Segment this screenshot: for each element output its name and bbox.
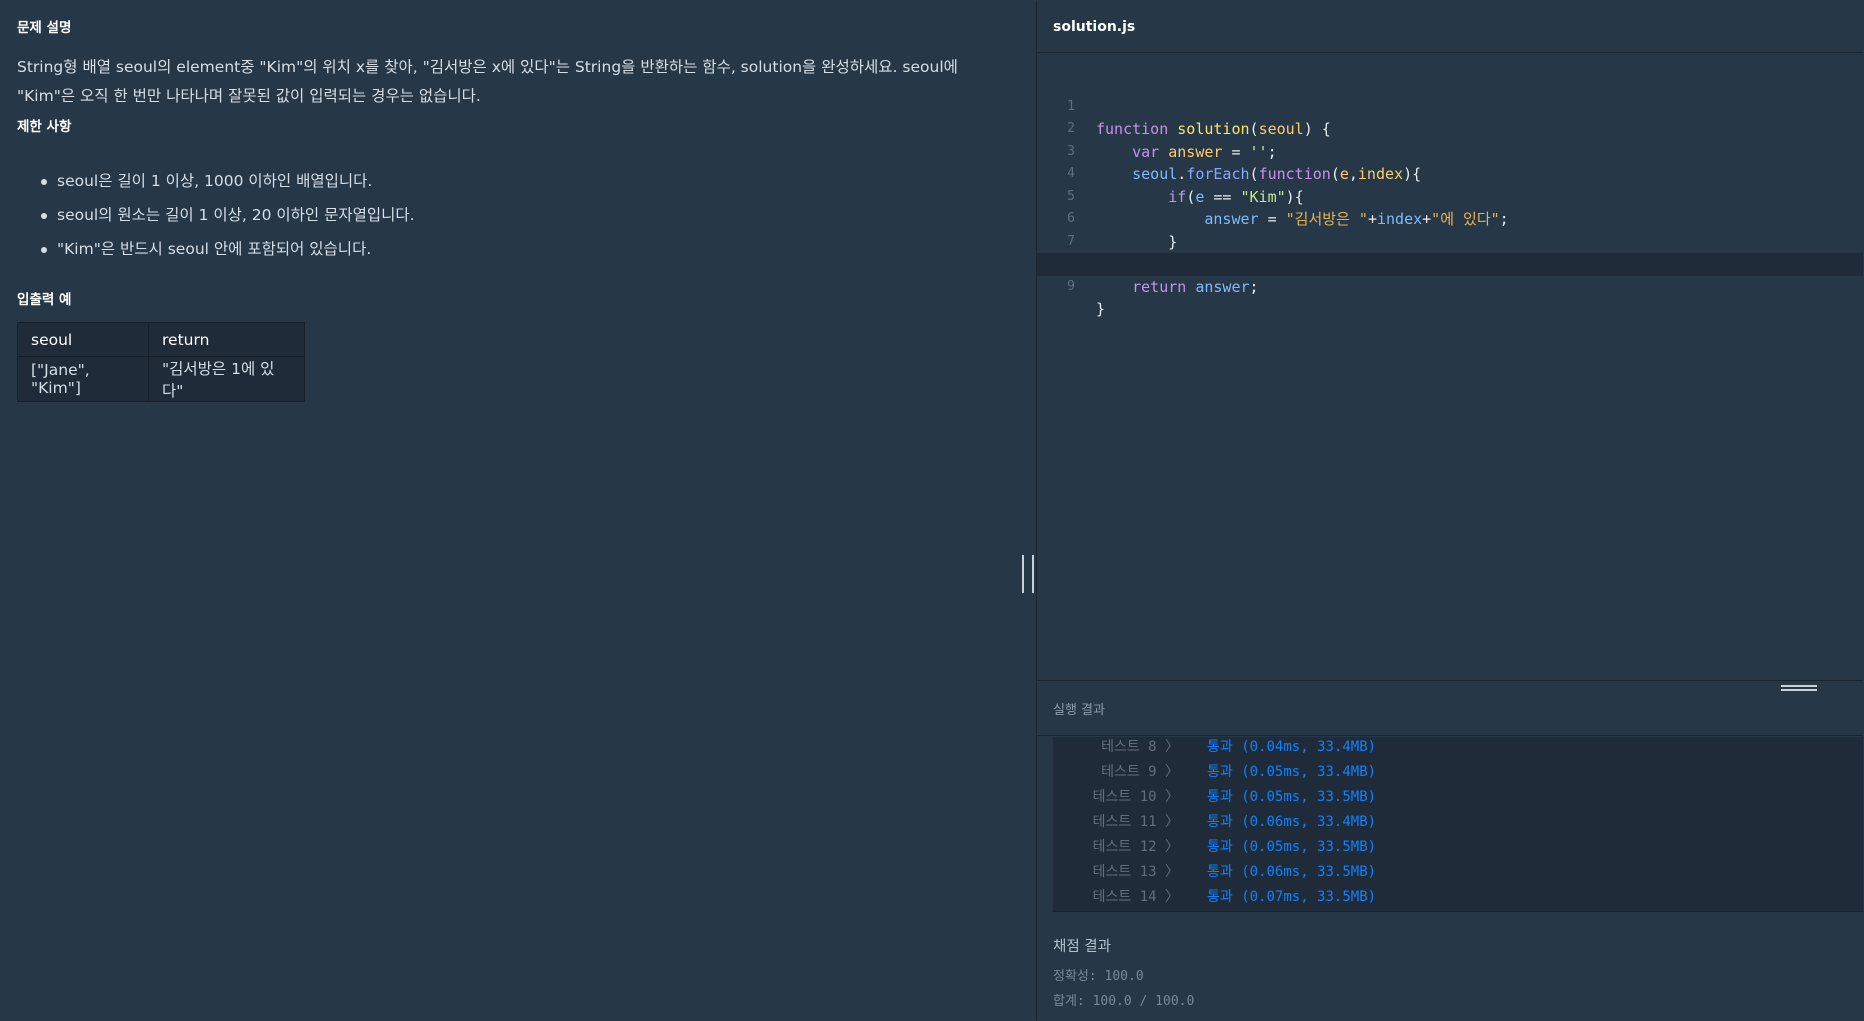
code-line: 7 })	[1037, 208, 1863, 274]
table-cell: ["Jane", "Kim"]	[17, 356, 149, 402]
test-result: 통과 (0.06ms, 33.5MB)	[1207, 864, 1377, 880]
test-label: 테스트 13 〉	[1092, 864, 1179, 880]
editor-panel: solution.js 1 function solution(seoul) {…	[1037, 1, 1863, 1020]
editor-tab-bar: solution.js	[1037, 1, 1863, 53]
grading-total: 합계: 100.0 / 100.0	[1053, 994, 1195, 1009]
code-line: 1 function solution(seoul) {	[1037, 73, 1863, 139]
results-title: 실행 결과	[1053, 703, 1105, 718]
test-label: 테스트 8 〉	[1101, 739, 1179, 755]
column-header-seoul: seoul	[17, 322, 149, 357]
constraints-list: seoul은 길이 1 이상, 1000 이하인 배열입니다. seoul의 원…	[41, 169, 415, 271]
test-label: 테스트 11 〉	[1092, 814, 1179, 830]
test-result-row: 테스트 8 〉 통과 (0.04ms, 33.4MB)	[1053, 737, 1863, 762]
code-line: 5 answer = "김서방은 "+index+"에 있다";	[1037, 163, 1863, 229]
test-label: 테스트 14 〉	[1092, 889, 1179, 905]
results-resize-handle[interactable]	[1781, 685, 1817, 695]
io-example-title: 입출력 예	[17, 292, 72, 308]
test-result-row: 테스트 13 〉 통과 (0.06ms, 33.5MB)	[1053, 862, 1863, 887]
grading-accuracy: 정확성: 100.0	[1053, 969, 1144, 984]
test-result: 통과 (0.06ms, 33.4MB)	[1207, 814, 1377, 830]
problem-panel: 문제 설명 String형 배열 seoul의 element중 "Kim"의 …	[1, 1, 1036, 1020]
code-line-active: 9 }	[1037, 253, 1863, 318]
test-result: 통과 (0.04ms, 33.4MB)	[1207, 739, 1377, 755]
test-result-row: 테스트 14 〉 통과 (0.07ms, 33.5MB)	[1053, 887, 1863, 912]
code-editor[interactable]: 1 function solution(seoul) { 2 var answe…	[1037, 73, 1863, 318]
table-row: ["Jane", "Kim"] "김서방은 1에 있다"	[17, 356, 305, 402]
grading-title: 채점 결과	[1053, 939, 1111, 955]
problem-description: String형 배열 seoul의 element중 "Kim"의 위치 x를 …	[17, 58, 958, 105]
results-header: 실행 결과	[1037, 680, 1863, 736]
constraints-title: 제한 사항	[17, 119, 72, 135]
test-result: 통과 (0.05ms, 33.5MB)	[1207, 789, 1377, 805]
test-result-row: 테스트 11 〉 통과 (0.06ms, 33.4MB)	[1053, 812, 1863, 837]
test-result-row: 테스트 12 〉 통과 (0.05ms, 33.5MB)	[1053, 837, 1863, 862]
constraint-item: "Kim"은 반드시 seoul 안에 포함되어 있습니다.	[41, 237, 415, 271]
code-line: 2 var answer = '';	[1037, 96, 1863, 161]
problem-title: 문제 설명	[17, 20, 72, 36]
code-line: 8 return answer;	[1037, 231, 1863, 296]
panel-resize-handle[interactable]	[1022, 555, 1034, 593]
constraint-item: seoul은 길이 1 이상, 1000 이하인 배열입니다.	[41, 169, 415, 203]
test-result: 통과 (0.05ms, 33.5MB)	[1207, 839, 1377, 855]
test-result-row: 테스트 9 〉 통과 (0.05ms, 33.4MB)	[1053, 762, 1863, 787]
code-line: 6 }	[1037, 186, 1863, 251]
test-label: 테스트 9 〉	[1101, 764, 1179, 780]
table-header-row: seoul return	[17, 322, 305, 357]
test-label: 테스트 12 〉	[1092, 839, 1179, 855]
table-cell: "김서방은 1에 있다"	[148, 356, 305, 402]
results-console: 테스트 8 〉 통과 (0.04ms, 33.4MB) 테스트 9 〉 통과 (0.…	[1053, 737, 1863, 912]
io-example-table: seoul return ["Jane", "Kim"] "김서방은 1에 있다…	[17, 322, 305, 402]
line-number: 9	[1067, 278, 1075, 294]
test-result: 통과 (0.07ms, 33.5MB)	[1207, 889, 1377, 905]
test-result-row: 테스트 10 〉 통과 (0.05ms, 33.5MB)	[1053, 787, 1863, 812]
file-tab[interactable]: solution.js	[1053, 19, 1135, 35]
constraint-item: seoul의 원소는 길이 1 이상, 20 이하인 문자열입니다.	[41, 203, 415, 237]
test-result: 통과 (0.05ms, 33.4MB)	[1207, 764, 1377, 780]
test-label: 테스트 10 〉	[1092, 789, 1179, 805]
code-line: 3 seoul.forEach(function(e,index){	[1037, 118, 1863, 184]
column-header-return: return	[148, 322, 305, 357]
code-line: 4 if(e == "Kim"){	[1037, 141, 1863, 206]
